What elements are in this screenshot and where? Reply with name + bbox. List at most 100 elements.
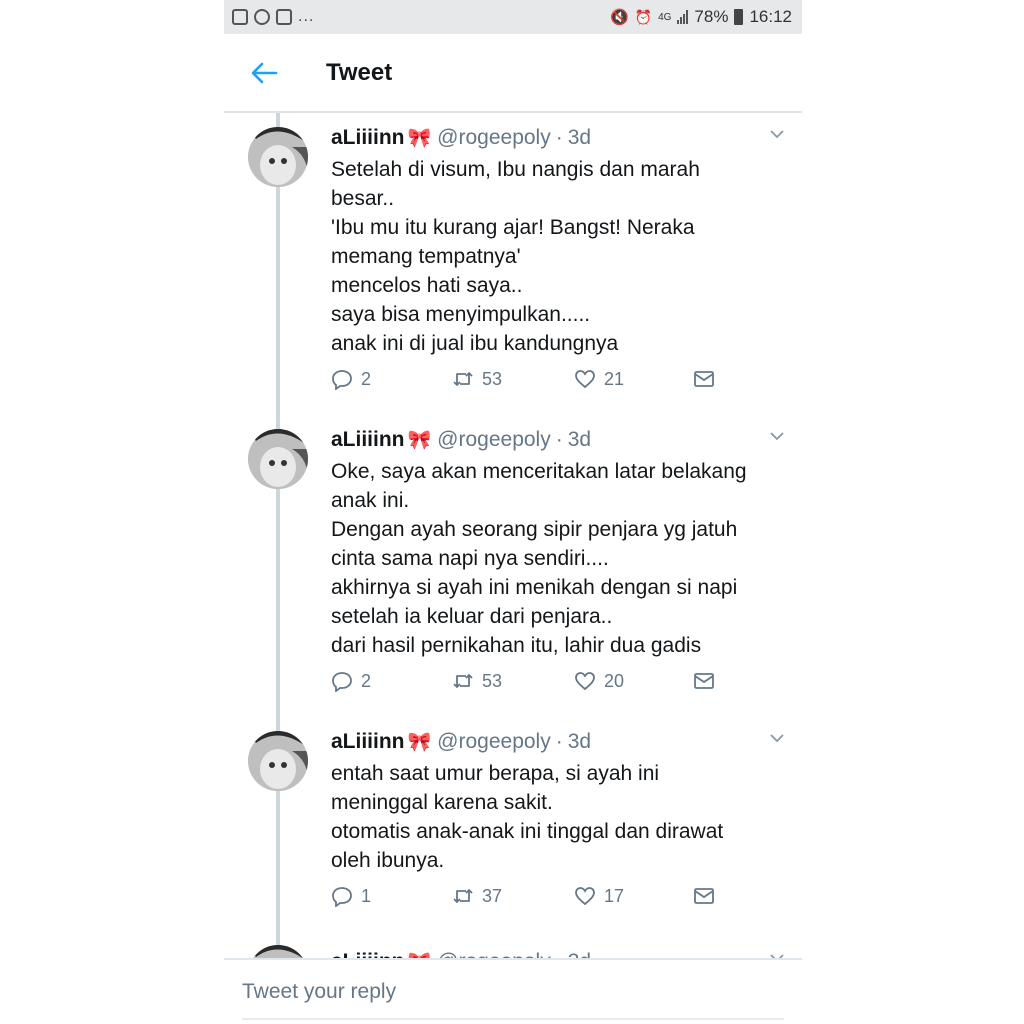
display-name[interactable]: aLiiiinn xyxy=(331,730,405,754)
like-count: 20 xyxy=(604,670,625,691)
tweet-time: 3d xyxy=(567,126,592,149)
reply-composer xyxy=(224,958,802,1024)
status-right: 🔇 ⏰ 4G 78% 16:12 xyxy=(610,7,792,27)
tweet-line: memang tempatnya' xyxy=(331,245,521,268)
display-name[interactable]: aLiiiinn xyxy=(331,428,405,452)
tweet[interactable]: aLiiiinn 🎀 @rogeepoly · 3d Setelah di vi… xyxy=(224,113,802,415)
tweet-time: 3d xyxy=(568,950,591,958)
reply-button[interactable]: 1 xyxy=(331,885,371,907)
tweet-actions: 1 37 17 xyxy=(331,885,721,915)
alarm-icon: ⏰ xyxy=(634,8,653,25)
tweet[interactable]: aLiiiinn 🎀 @rogeepoly · 3d xyxy=(224,935,802,958)
retweet-count: 37 xyxy=(482,885,503,906)
heart-icon xyxy=(575,672,595,691)
retweet-icon xyxy=(453,889,473,903)
reply-underline xyxy=(242,1018,784,1020)
retweet-button[interactable]: 37 xyxy=(452,885,502,907)
chevron-down-icon[interactable] xyxy=(768,427,786,445)
tweet-line: dari hasil pernikahan itu, lahir dua gad… xyxy=(331,634,702,657)
tweet-header: aLiiiinn 🎀 @rogeepoly · 3d xyxy=(331,425,782,455)
tweet-line: 'Ibu mu itu kurang ajar! Bangst! Neraka xyxy=(331,216,695,239)
ribbon-emoji: 🎀 xyxy=(407,430,432,451)
tweet-line: cinta sama napi nya sendiri.... xyxy=(331,547,609,570)
like-button[interactable]: 21 xyxy=(574,368,624,390)
chevron-down-icon[interactable] xyxy=(768,125,786,143)
retweet-button[interactable]: 53 xyxy=(452,368,502,390)
chevron-down-icon[interactable] xyxy=(768,729,786,747)
tweet-actions: 2 53 21 xyxy=(331,368,721,398)
retweet-icon xyxy=(453,372,473,386)
tweet-text: Setelah di visum, Ibu nangis dan marah b… xyxy=(331,155,781,358)
avatar[interactable] xyxy=(248,731,308,791)
signal-icon xyxy=(677,10,689,24)
avatar-photo xyxy=(248,731,308,791)
envelope-icon xyxy=(694,888,714,904)
ribbon-emoji: 🎀 xyxy=(408,950,432,958)
tweet-line: Oke, saya akan menceritakan latar belaka… xyxy=(331,460,747,483)
clock: 16:12 xyxy=(749,7,792,26)
tweet-line: otomatis anak-anak ini tinggal dan diraw… xyxy=(331,820,724,843)
tweet-line: meninggal karena sakit. xyxy=(331,791,553,814)
tweet-text: entah saat umur berapa, si ayah ini meni… xyxy=(331,759,781,875)
like-button[interactable]: 20 xyxy=(574,670,624,692)
heart-icon xyxy=(575,887,595,906)
tweet-line: entah saat umur berapa, si ayah ini xyxy=(331,762,660,785)
reply-input[interactable] xyxy=(242,980,762,1004)
user-handle[interactable]: @rogeepoly xyxy=(437,950,551,958)
retweet-button[interactable]: 53 xyxy=(452,670,502,692)
tweet-time: 3d xyxy=(567,428,592,451)
arrow-left-icon xyxy=(251,62,278,83)
avatar[interactable] xyxy=(248,945,308,958)
user-handle[interactable]: @rogeepoly xyxy=(437,730,551,754)
gallery-icon xyxy=(232,9,248,25)
reply-icon xyxy=(332,370,352,390)
avatar[interactable] xyxy=(248,429,308,489)
status-left: ... xyxy=(232,8,314,26)
tweet[interactable]: aLiiiinn 🎀 @rogeepoly · 3d Oke, saya aka… xyxy=(224,415,802,717)
tweet-line: Setelah di visum, Ibu nangis dan marah xyxy=(331,158,700,181)
avatar[interactable] xyxy=(248,127,308,187)
tweet-text: Oke, saya akan menceritakan latar belaka… xyxy=(331,457,781,660)
reply-count: 1 xyxy=(361,885,372,906)
avatar-photo xyxy=(248,429,308,489)
tweet-line: akhirnya si ayah ini menikah dengan si n… xyxy=(331,576,738,599)
separator-dot: · xyxy=(555,730,563,753)
retweet-count: 53 xyxy=(482,670,503,691)
reply-button[interactable]: 2 xyxy=(331,368,371,390)
tweet-line: anak ini di jual ibu kandungnya xyxy=(331,332,619,355)
avatar-photo xyxy=(248,127,308,187)
page-title: Tweet xyxy=(326,58,393,86)
envelope-icon xyxy=(694,371,714,387)
display-name[interactable]: aLiiiinn xyxy=(331,950,405,958)
like-button[interactable]: 17 xyxy=(574,885,624,907)
retweet-count: 53 xyxy=(482,368,503,389)
app-header: Tweet xyxy=(224,34,802,113)
ribbon-emoji: 🎀 xyxy=(407,128,432,149)
direct-message-button[interactable] xyxy=(693,885,715,907)
display-name[interactable]: aLiiiinn xyxy=(331,126,405,150)
reply-button[interactable]: 2 xyxy=(331,670,371,692)
reply-count: 2 xyxy=(361,368,372,389)
tweet-line: besar.. xyxy=(331,187,395,210)
thread-timeline[interactable]: aLiiiinn 🎀 @rogeepoly · 3d Setelah di vi… xyxy=(224,113,802,958)
tweet[interactable]: aLiiiinn 🎀 @rogeepoly · 3d entah saat um… xyxy=(224,717,802,933)
tweet-line: anak ini. xyxy=(331,489,410,512)
tweet-line: setelah ia keluar dari penjara.. xyxy=(331,605,613,628)
direct-message-button[interactable] xyxy=(693,670,715,692)
chevron-down-icon[interactable] xyxy=(768,949,786,958)
tweet-line: oleh ibunya. xyxy=(331,849,445,872)
separator-dot: · xyxy=(555,126,563,149)
separator-dot: · xyxy=(556,950,563,958)
battery-percent: 78% xyxy=(694,7,729,26)
tweet-header: aLiiiinn 🎀 @rogeepoly · 3d xyxy=(331,123,782,153)
user-handle[interactable]: @rogeepoly xyxy=(437,126,551,150)
status-bar: ... 🔇 ⏰ 4G 78% 16:12 xyxy=(224,0,802,34)
tweet-line: mencelos hati saya.. xyxy=(331,274,523,297)
tweet-line: Dengan ayah seorang sipir penjara yg jat… xyxy=(331,518,738,541)
envelope-icon xyxy=(694,673,714,689)
back-button[interactable] xyxy=(224,33,304,112)
like-count: 21 xyxy=(604,368,625,389)
tweet-line: saya bisa menyimpulkan..... xyxy=(331,303,591,326)
direct-message-button[interactable] xyxy=(693,368,715,390)
user-handle[interactable]: @rogeepoly xyxy=(437,428,551,452)
